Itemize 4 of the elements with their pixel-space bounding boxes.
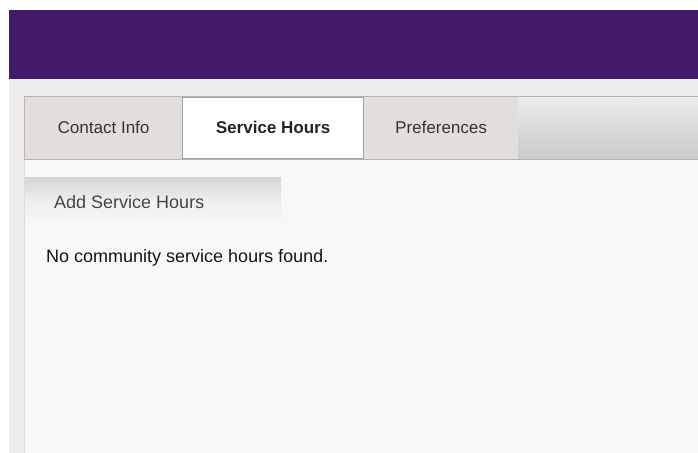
empty-message: No community service hours found.	[46, 245, 328, 268]
tab[interactable]: Contact Info	[25, 97, 182, 159]
tab[interactable]: Preferences	[364, 97, 518, 159]
tab[interactable]: Service Hours	[182, 97, 364, 159]
